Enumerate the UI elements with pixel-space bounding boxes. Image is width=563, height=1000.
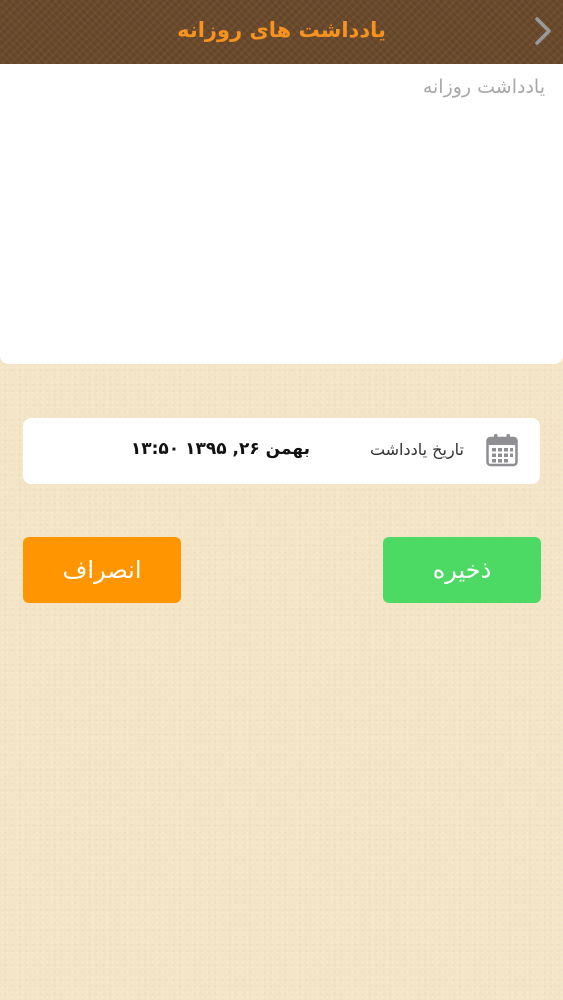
note-textarea[interactable] bbox=[0, 64, 563, 364]
chevron-right-icon bbox=[535, 17, 551, 45]
navigation-bar: یادداشت های روزانه bbox=[0, 0, 563, 64]
back-button[interactable] bbox=[529, 14, 557, 48]
date-card: تاریخ یادداشت بهمن ۲۶, ۱۳۹۵ ۱۳:۵۰ bbox=[23, 418, 540, 484]
date-value[interactable]: بهمن ۲۶, ۱۳۹۵ ۱۳:۵۰ bbox=[131, 439, 310, 459]
date-label: تاریخ یادداشت bbox=[369, 440, 464, 459]
page-title: یادداشت های روزانه bbox=[177, 18, 386, 42]
save-button[interactable]: ذخیره bbox=[383, 537, 541, 603]
note-container bbox=[0, 64, 563, 364]
calendar-icon bbox=[486, 434, 518, 467]
cancel-button[interactable]: انصراف bbox=[23, 537, 181, 603]
